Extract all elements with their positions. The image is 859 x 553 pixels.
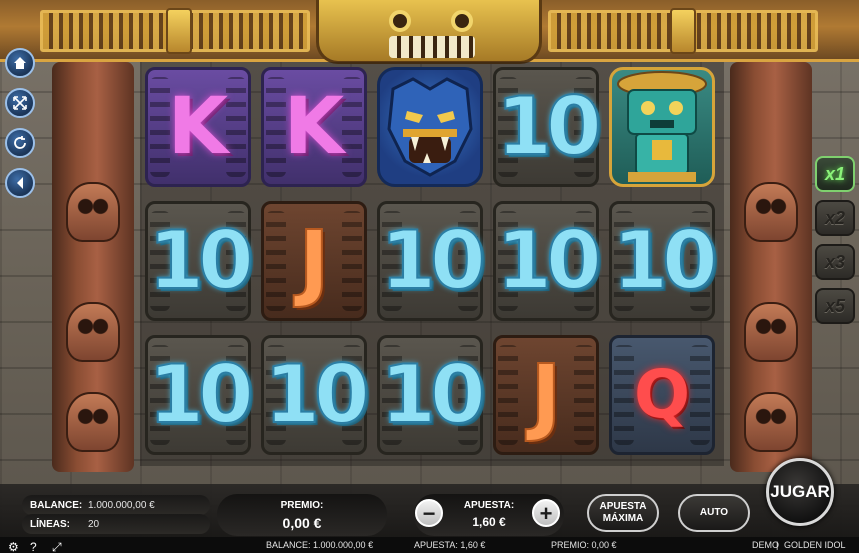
help-icon[interactable]: ? xyxy=(30,540,37,553)
status-premio: PREMIO: 0,00 € xyxy=(551,540,617,550)
reel-grid: K 10 10 K J 10 10 10 10 10 J 10 Q xyxy=(140,62,724,466)
stone-carving xyxy=(342,77,362,177)
status-bet: APUESTA: 1,60 € xyxy=(414,540,486,550)
home-button[interactable] xyxy=(5,48,35,78)
symbol-glyph: 10 xyxy=(495,80,602,173)
totem-pillar-left xyxy=(52,62,134,472)
status-game-title: GOLDEN IDOL xyxy=(784,540,846,550)
lines-row: LÍNEAS: 20 xyxy=(22,514,210,534)
multiplier-x5: x5 xyxy=(815,288,855,324)
reel-symbol-k: K xyxy=(142,64,254,190)
balance-row: BALANCE: 1.000.000,00 € xyxy=(22,495,210,515)
symbol-glyph: 10 xyxy=(263,348,370,441)
reel-symbol-k: K xyxy=(258,64,370,190)
top-frieze xyxy=(0,0,859,64)
home-icon xyxy=(14,57,26,69)
skull-carving xyxy=(744,302,798,362)
symbol-glyph: 10 xyxy=(147,348,254,441)
skull-carving xyxy=(66,182,120,242)
multiplier-x2: x2 xyxy=(815,200,855,236)
balance-value: 1.000.000,00 € xyxy=(88,499,155,511)
reel-symbol-q: Q xyxy=(606,332,718,458)
stone-carving xyxy=(574,345,594,445)
lines-value: 20 xyxy=(88,518,100,530)
reel-symbol-ten: 10 xyxy=(490,64,602,190)
stone-carving xyxy=(342,211,362,311)
skull-carving xyxy=(66,302,120,362)
skull-carving xyxy=(744,182,798,242)
frieze-cap xyxy=(166,8,192,54)
premio-value: 0,00 € xyxy=(282,515,322,531)
reel-symbol-ten: 10 xyxy=(374,198,486,324)
symbol-glyph: 10 xyxy=(495,214,602,307)
lines-label: LÍNEAS: xyxy=(30,518,70,530)
skull-carving xyxy=(744,392,798,452)
gear-icon[interactable]: ⚙ xyxy=(8,540,19,553)
premio-label: PREMIO: xyxy=(280,500,324,511)
expand-icon[interactable]: ⤢ xyxy=(52,540,62,553)
symbol-glyph: J xyxy=(297,212,330,310)
jaguar-mask-icon xyxy=(387,77,473,177)
reel-symbol-ten: 10 xyxy=(606,198,718,324)
reel-symbol-ten: 10 xyxy=(142,198,254,324)
auto-button[interactable]: AUTO xyxy=(678,494,750,532)
symbol-glyph: J xyxy=(529,346,562,444)
reel-symbol-idol xyxy=(606,64,718,190)
idol-mouth xyxy=(389,36,475,58)
reel-symbol-ten: 10 xyxy=(374,332,486,458)
stone-carving xyxy=(614,345,634,445)
symbol-glyph: 10 xyxy=(147,214,254,307)
multiplier-x1: x1 xyxy=(815,156,855,192)
bet-decrease-button[interactable]: − xyxy=(415,499,443,527)
fullscreen-button[interactable] xyxy=(5,88,35,118)
reel-symbol-ten: 10 xyxy=(142,332,254,458)
refresh-icon xyxy=(14,136,26,149)
bet-increase-button[interactable]: + xyxy=(532,499,560,527)
stone-carving xyxy=(498,345,518,445)
sound-icon xyxy=(17,177,23,189)
stone-carving xyxy=(266,211,286,311)
totem-pillar-right xyxy=(730,62,812,472)
symbol-glyph: K xyxy=(283,82,345,172)
reel-symbol-j: J xyxy=(258,198,370,324)
status-balance: BALANCE: 1.000.000,00 € xyxy=(266,540,374,550)
balance-label: BALANCE: xyxy=(30,499,83,511)
reel-symbol-j: J xyxy=(490,332,602,458)
stone-carving xyxy=(690,345,710,445)
status-separator: | xyxy=(776,540,779,550)
reel-symbol-ten: 10 xyxy=(258,332,370,458)
idol-eye xyxy=(451,10,473,32)
skull-carving xyxy=(66,392,120,452)
golden-idol-icon xyxy=(617,71,707,182)
symbol-glyph: K xyxy=(167,82,229,172)
multiplier-x3: x3 xyxy=(815,244,855,280)
symbol-glyph: Q xyxy=(633,356,691,433)
idol-eye xyxy=(389,10,411,32)
spin-button[interactable]: JUGAR xyxy=(766,458,834,526)
stone-carving xyxy=(226,77,246,177)
symbol-glyph: 10 xyxy=(379,214,486,307)
refresh-button[interactable] xyxy=(5,128,35,158)
fullscreen-icon xyxy=(13,96,27,110)
sound-button[interactable] xyxy=(5,168,35,198)
status-bar: ⚙ ? ⤢ BALANCE: 1.000.000,00 € APUESTA: 1… xyxy=(0,537,859,553)
golden-idol-head xyxy=(316,0,542,64)
reel-symbol-ten: 10 xyxy=(490,198,602,324)
symbol-glyph: 10 xyxy=(611,214,718,307)
status-mode: DEMO xyxy=(752,540,779,550)
reel-symbol-jaguar xyxy=(374,64,486,190)
premio-display: PREMIO: 0,00 € xyxy=(217,494,387,536)
max-bet-button[interactable]: APUESTA MÁXIMA xyxy=(587,494,659,532)
frieze-cap xyxy=(670,8,696,54)
symbol-glyph: 10 xyxy=(379,348,486,441)
